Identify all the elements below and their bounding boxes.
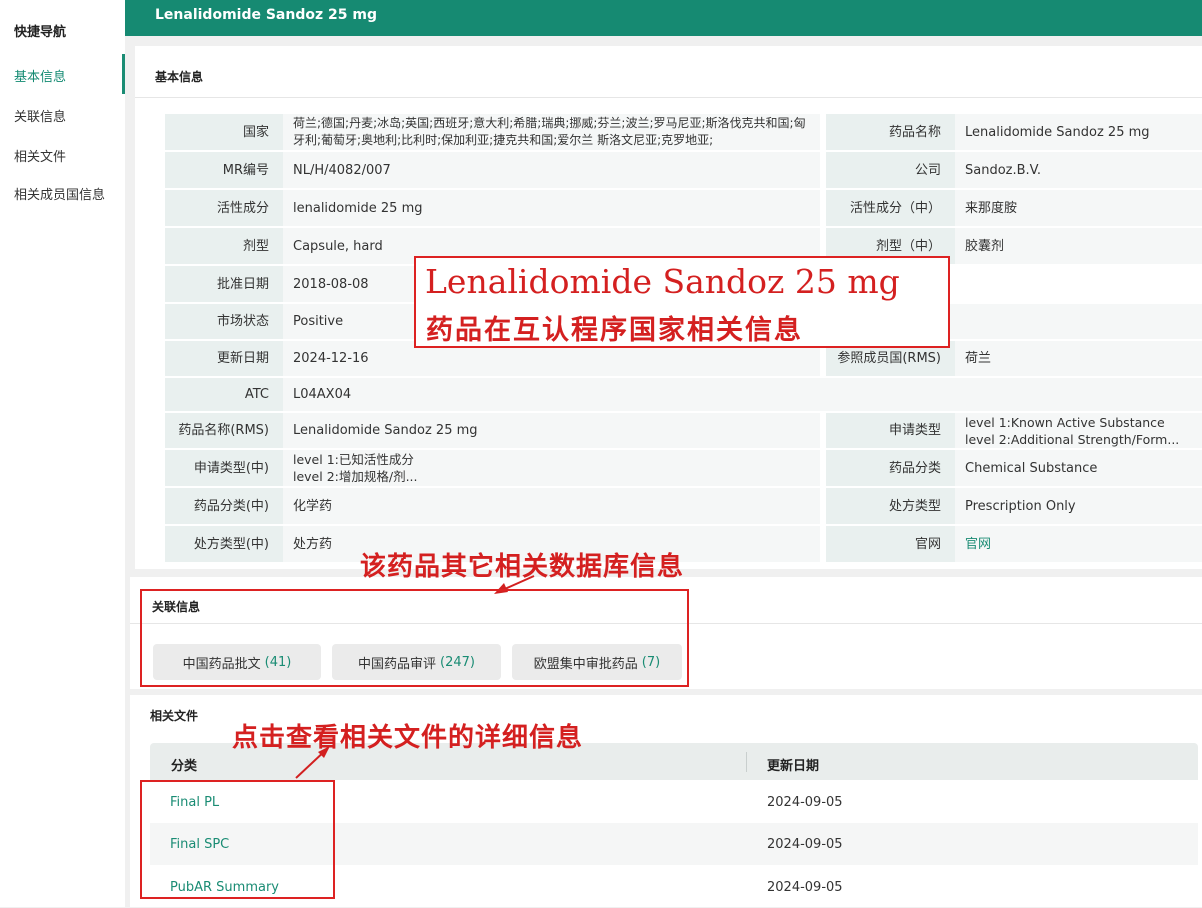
field-label: 申请类型(中): [165, 450, 283, 486]
field-label: ATC: [165, 378, 283, 411]
field-value: Lenalidomide Sandoz 25 mg: [283, 413, 820, 448]
field-value: level 1:Known Active Substance level 2:A…: [955, 413, 1202, 448]
field-label: 市场状态: [165, 304, 283, 339]
value-country: 荷兰;德国;丹麦;冰岛;英国;西班牙;意大利;希腊;瑞典;挪威;芬兰;波兰;罗马…: [283, 114, 820, 150]
field-value: 荷兰: [955, 341, 1202, 376]
field-value: Chemical Substance: [955, 450, 1202, 486]
page-title: Lenalidomide Sandoz 25 mg: [155, 7, 377, 23]
field-label: 活性成分: [165, 190, 283, 226]
divider: [135, 97, 1202, 98]
col-header-date[interactable]: 更新日期: [767, 755, 819, 774]
field-label: MR编号: [165, 152, 283, 188]
field-label: 官网: [826, 526, 955, 562]
field-value: NL/H/4082/007: [283, 152, 820, 188]
field-label: 药品分类(中): [165, 488, 283, 524]
annotation-files-note: 点击查看相关文件的详细信息: [232, 723, 584, 753]
annotation-box-main: Lenalidomide Sandoz 25 mg 药品在互认程序国家相关信息: [414, 256, 950, 348]
sidebar-nav: 快捷导航 基本信息 关联信息 相关文件 相关成员国信息: [0, 0, 125, 907]
page-header: Lenalidomide Sandoz 25 mg: [125, 0, 1202, 36]
annotation-main-title: Lenalidomide Sandoz 25 mg: [425, 262, 900, 301]
annotation-box-related: [140, 589, 689, 687]
column-separator: [746, 752, 747, 772]
field-label: 申请类型: [826, 413, 955, 448]
field-label: 公司: [826, 152, 955, 188]
nav-item-related-files[interactable]: 相关文件: [14, 146, 66, 165]
annotation-box-files: [140, 780, 335, 899]
field-value: Prescription Only: [955, 488, 1202, 524]
field-value: 胶囊剂: [955, 228, 1202, 264]
nav-title: 快捷导航: [14, 25, 67, 40]
nav-item-related-info[interactable]: 关联信息: [14, 106, 66, 125]
files-title: 相关文件: [150, 709, 199, 723]
label-country: 国家: [165, 114, 283, 150]
field-label: 药品名称: [826, 114, 955, 150]
field-label: 药品分类: [826, 450, 955, 486]
field-label: 剂型: [165, 228, 283, 264]
field-label: 更新日期: [165, 341, 283, 376]
nav-active-indicator: [122, 54, 125, 94]
file-date: 2024-09-05: [767, 795, 843, 810]
field-label: 批准日期: [165, 266, 283, 302]
file-date: 2024-09-05: [767, 880, 843, 895]
annotation-arrow-icon: [295, 746, 330, 779]
nav-item-basic-info[interactable]: 基本信息: [14, 66, 66, 85]
field-value: lenalidomide 25 mg: [283, 190, 820, 226]
field-label: 处方类型(中): [165, 526, 283, 562]
annotation-main-subtitle: 药品在互认程序国家相关信息: [426, 315, 803, 346]
field-label: 处方类型: [826, 488, 955, 524]
field-value: 化学药: [283, 488, 820, 524]
col-header-category[interactable]: 分类: [171, 755, 197, 774]
field-value: Sandoz.B.V.: [955, 152, 1202, 188]
basic-info-title: 基本信息: [155, 70, 204, 84]
field-value: level 1:已知活性成分 level 2:增加规格/剂...: [283, 450, 820, 486]
field-value: L04AX04: [283, 378, 1202, 411]
field-label: 药品名称(RMS): [165, 413, 283, 448]
official-website-link[interactable]: 官网: [955, 526, 1202, 562]
field-value: 来那度胺: [955, 190, 1202, 226]
nav-item-member-states[interactable]: 相关成员国信息: [14, 184, 105, 203]
field-value: Lenalidomide Sandoz 25 mg: [955, 114, 1202, 150]
field-label: 活性成分（中）: [826, 190, 955, 226]
file-date: 2024-09-05: [767, 837, 843, 852]
